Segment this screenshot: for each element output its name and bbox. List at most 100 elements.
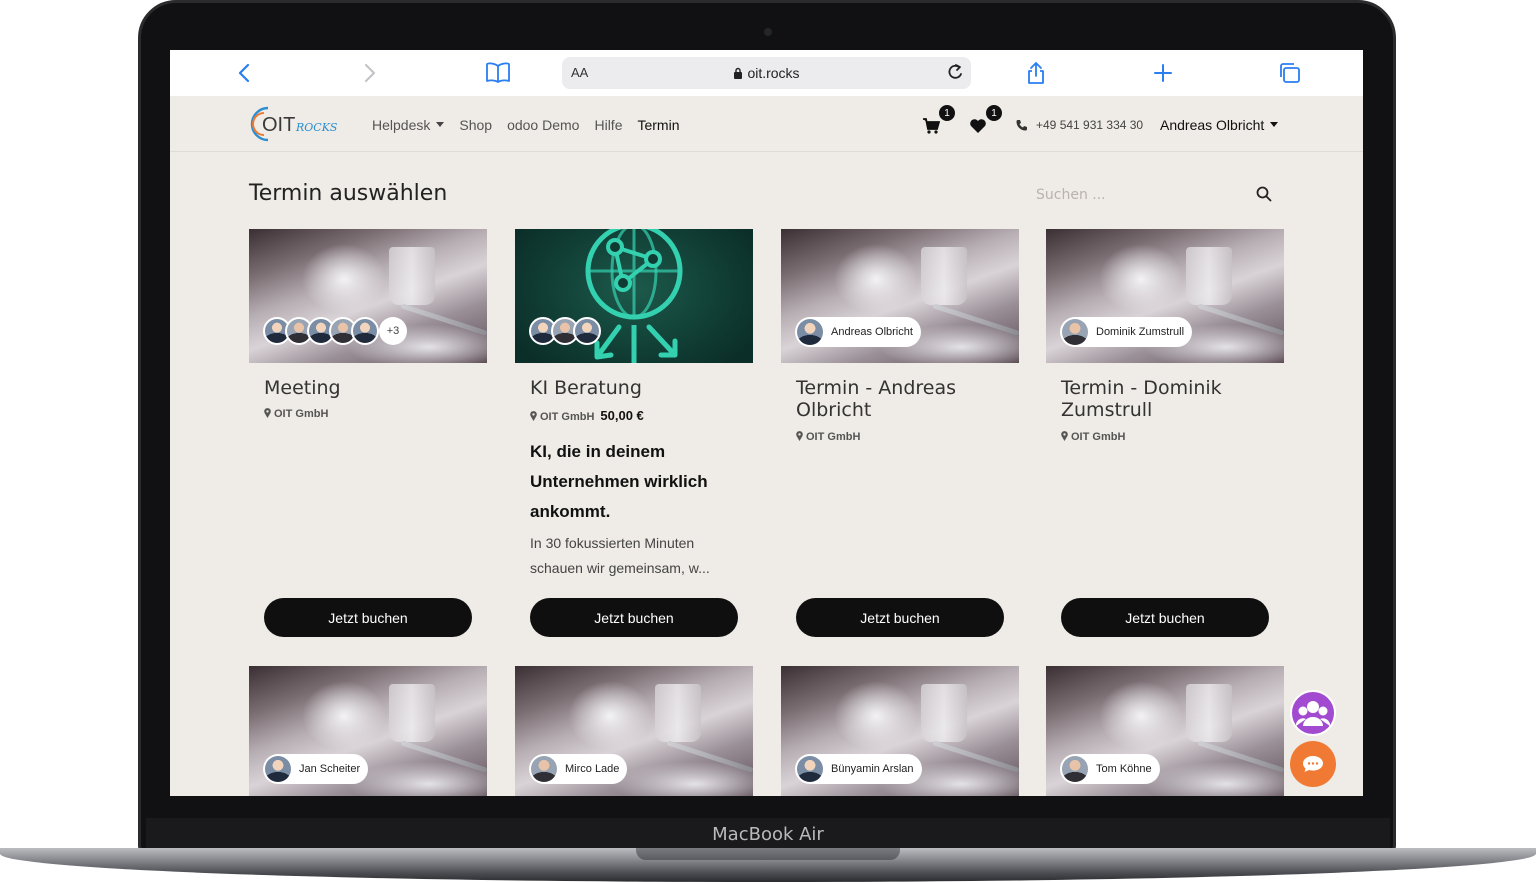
nav-helpdesk-label: Helpdesk — [372, 117, 431, 133]
avatar — [351, 317, 379, 345]
main-menu: Helpdesk Shop odoo Demo Hilfe Termin — [372, 117, 680, 133]
card-title: Meeting — [264, 377, 341, 399]
address-bar[interactable]: AA oit.rocks — [562, 57, 971, 89]
user-name: Andreas Olbricht — [1160, 117, 1265, 133]
mug-graphic — [1186, 247, 1232, 305]
share-icon[interactable] — [1022, 59, 1050, 87]
mug-graphic — [389, 684, 435, 742]
wishlist-count-badge: 1 — [985, 104, 1003, 122]
logo-script: ROCKS — [295, 121, 338, 134]
nav-odoo-demo[interactable]: odoo Demo — [507, 117, 579, 133]
location-pin-icon — [530, 411, 537, 421]
avatar — [1062, 756, 1088, 782]
live-chat-button[interactable] — [1290, 741, 1336, 787]
nav-helpdesk[interactable]: Helpdesk — [372, 117, 445, 133]
back-icon[interactable] — [230, 59, 258, 87]
host-name: Bünyamin Arslan — [831, 763, 914, 775]
pen-graphic — [400, 303, 487, 336]
hinge-notch — [636, 848, 900, 860]
card-description: In 30 fokussierten Minuten schauen wir g… — [530, 535, 710, 576]
location-pin-icon — [1061, 431, 1068, 441]
location-pin-icon — [264, 408, 271, 418]
reload-icon[interactable] — [945, 62, 965, 84]
card-image: Andreas Olbricht — [781, 229, 1019, 363]
nav-termin[interactable]: Termin — [637, 117, 679, 133]
avatar — [797, 319, 823, 345]
cart-button[interactable]: 1 — [922, 104, 956, 136]
bookmarks-icon[interactable] — [484, 59, 512, 87]
page-title: Termin auswählen — [249, 181, 448, 206]
location-label: OIT GmbH — [806, 431, 861, 443]
group-icon — [1296, 701, 1330, 726]
tabs-overview-icon[interactable] — [1276, 59, 1304, 87]
card-image: Mirco Lade — [515, 666, 753, 796]
host-name: Tom Köhne — [1096, 763, 1152, 775]
card-title: Termin - Andreas Olbricht — [796, 377, 957, 421]
new-tab-icon[interactable] — [1149, 59, 1177, 87]
nav-hilfe[interactable]: Hilfe — [594, 117, 622, 133]
cart-icon — [923, 118, 941, 134]
book-now-button[interactable]: Jetzt buchen — [796, 598, 1004, 637]
chevron-down-icon — [1270, 122, 1279, 127]
avatar — [1062, 319, 1088, 345]
heart-icon — [970, 119, 986, 133]
lock-icon — [734, 67, 743, 79]
url-display: oit.rocks — [562, 65, 971, 81]
user-menu[interactable]: Andreas Olbricht — [1160, 117, 1279, 133]
pen-graphic — [932, 740, 1019, 773]
pen-graphic — [1197, 740, 1284, 773]
host-chip: Jan Scheiter — [263, 754, 369, 784]
laptop-chin: MacBook Air — [146, 818, 1390, 850]
card-price: 50,00 € — [600, 408, 644, 423]
card-location: OIT GmbH 50,00 € — [530, 408, 644, 423]
location-pin-icon — [796, 431, 803, 441]
card-image — [515, 229, 753, 363]
mug-graphic — [921, 247, 967, 305]
team-chat-button[interactable] — [1290, 690, 1336, 736]
location-label: OIT GmbH — [274, 408, 329, 420]
camera — [764, 28, 772, 36]
mug-graphic — [655, 684, 701, 742]
search-icon[interactable] — [1256, 186, 1272, 202]
card-location: OIT GmbH — [1061, 431, 1125, 443]
pen-graphic — [666, 740, 753, 773]
phone-number: +49 541 931 334 30 — [1036, 118, 1144, 132]
chat-bubble-icon — [1303, 756, 1323, 772]
book-now-button[interactable]: Jetzt buchen — [264, 598, 472, 637]
card-title: Termin - Dominik Zumstrull — [1061, 377, 1222, 421]
book-now-button[interactable]: Jetzt buchen — [1061, 598, 1269, 637]
nav-shop[interactable]: Shop — [459, 117, 492, 133]
avatar — [265, 756, 291, 782]
avatar — [531, 756, 557, 782]
card-title: KI Beratung — [530, 377, 642, 399]
pen-graphic — [932, 303, 1019, 336]
location-label: OIT GmbH — [1071, 431, 1126, 443]
card-image: Bünyamin Arslan — [781, 666, 1019, 796]
card-image: Dominik Zumstrull — [1046, 229, 1284, 363]
forward-icon[interactable] — [356, 59, 384, 87]
host-name: Dominik Zumstrull — [1096, 326, 1185, 338]
site-navbar: OIT ROCKS Helpdesk Shop odoo Demo Hilfe … — [170, 96, 1363, 152]
logo-text: OIT — [262, 114, 295, 136]
host-chip: Andreas Olbricht — [795, 317, 921, 347]
chevron-down-icon — [436, 122, 445, 127]
avatar — [573, 317, 601, 345]
url-text: oit.rocks — [747, 65, 800, 81]
phone-icon — [1016, 120, 1027, 131]
wishlist-button[interactable]: 1 — [969, 104, 1003, 136]
cart-count-badge: 1 — [938, 104, 956, 122]
browser-toolbar: AA oit.rocks — [170, 50, 1363, 96]
host-chip: Mirco Lade — [529, 754, 628, 784]
phone-link[interactable]: +49 541 931 334 30 — [1016, 118, 1143, 132]
host-name: Mirco Lade — [565, 763, 620, 775]
book-now-button[interactable]: Jetzt buchen — [530, 598, 738, 637]
more-avatars-count: +3 — [379, 317, 407, 345]
host-chip: Dominik Zumstrull — [1060, 317, 1193, 347]
search-box — [1036, 184, 1272, 206]
host-chip: Tom Köhne — [1060, 754, 1160, 784]
site-logo[interactable]: OIT ROCKS — [248, 104, 344, 144]
host-chip: Bünyamin Arslan — [795, 754, 922, 784]
mug-graphic — [921, 684, 967, 742]
card-image: Tom Köhne — [1046, 666, 1284, 796]
search-input[interactable] — [1036, 184, 1236, 206]
